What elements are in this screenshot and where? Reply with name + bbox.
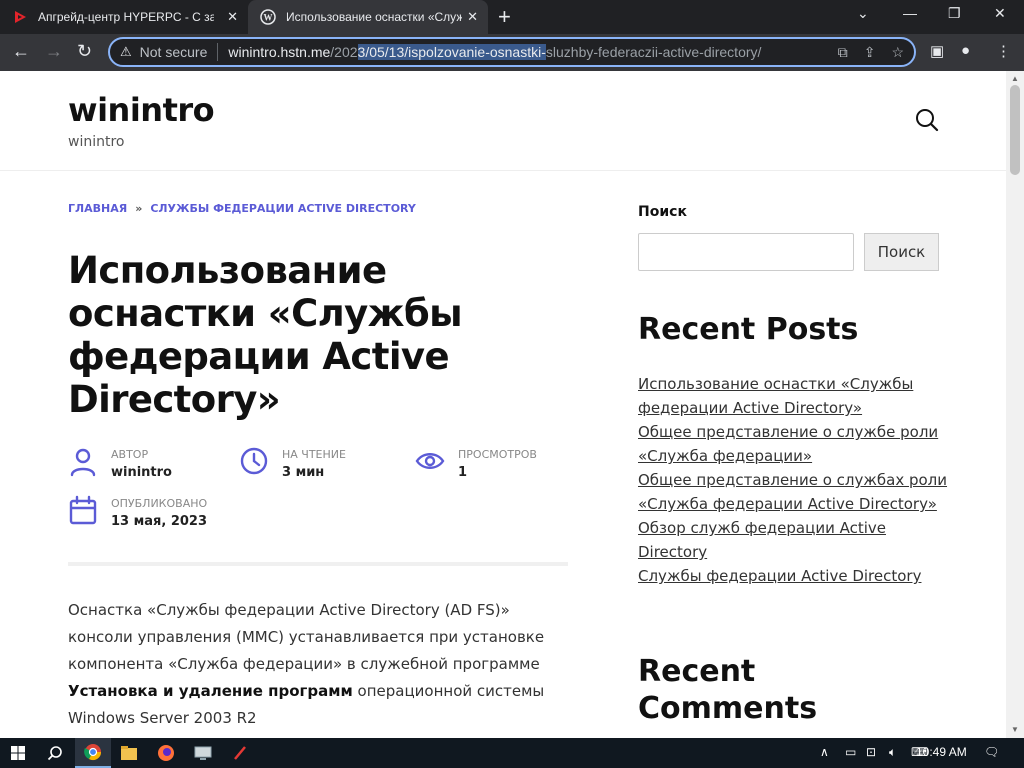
sidebar-search-button[interactable]: Поиск (864, 233, 939, 271)
recent-post-link[interactable]: Службы федерации Active Directory (638, 567, 921, 585)
tray-chevron-icon[interactable]: ∧ (820, 745, 829, 759)
remote-desktop-icon[interactable] (185, 738, 221, 768)
url-path-rest: sluzhby-federaczii-active-directory/ (545, 44, 762, 60)
share-icon[interactable]: ⇪ (864, 44, 876, 61)
sidebar-search-label: Поиск (638, 204, 687, 220)
recent-post-link[interactable]: Общее представление о службе роли «Служб… (638, 423, 938, 465)
recent-post-link[interactable]: Общее представление о службах роли «Служ… (638, 471, 947, 513)
recent-post-link[interactable]: Использование оснастки «Службы федерации… (638, 375, 913, 417)
site-description: winintro (68, 134, 125, 150)
list-item: Общее представление о службах роли «Служ… (638, 468, 948, 516)
restore-icon[interactable]: ❐ (948, 5, 961, 22)
list-item: Обзор служб федерации Active Directory (638, 516, 948, 564)
tray-app-icon[interactable]: ▭ (845, 745, 856, 759)
tab-close-icon[interactable]: ✕ (467, 9, 478, 25)
reload-icon[interactable]: ↻ (77, 41, 92, 62)
close-window-icon[interactable]: ✕ (994, 5, 1006, 22)
url-host: winintro.hstn.me (228, 44, 331, 60)
reading-time-label: НА ЧТЕНИЕ (282, 448, 346, 461)
list-item: Службы федерации Active Directory (638, 564, 948, 588)
meta-author: АВТОР winintro (68, 446, 218, 486)
omnibox-separator (217, 43, 219, 61)
tab-search-chevron-icon[interactable]: ⌄ (857, 5, 869, 22)
address-bar[interactable]: ⚠ Not secure winintro.hstn.me/202 3/05/13… (108, 37, 916, 67)
volume-icon[interactable]: 🔈︎ (889, 745, 896, 760)
meta-views: ПРОСМОТРОВ 1 (415, 446, 565, 486)
browser-tab-strip: Апгрейд-центр HYPERPC - С заб ✕ W Исполь… (0, 0, 1024, 34)
list-item: Использование оснастки «Службы федерации… (638, 372, 948, 420)
recent-posts-list: Использование оснастки «Службы федерации… (638, 372, 948, 588)
recent-posts-title: Recent Posts (638, 312, 859, 347)
windows-taskbar: ∧ ▭ ⊡ 🔈︎ ⌨ 10:49 AM 🗨︎ (0, 738, 1024, 768)
tab-close-icon[interactable]: ✕ (227, 9, 238, 25)
omnibox-actions: ⧉ ⇪ ☆ (838, 44, 904, 61)
scroll-up-icon[interactable]: ▲ (1011, 74, 1019, 83)
profile-icon[interactable]: ● (961, 42, 970, 59)
tab-title: Апгрейд-центр HYPERPC - С заб (38, 10, 214, 24)
minimize-icon[interactable]: — (903, 5, 917, 21)
side-panel-icon[interactable]: ▣ (930, 42, 944, 60)
web-page: winintro winintro ГЛАВНАЯ » СЛУЖБЫ ФЕДЕРАЦ… (0, 71, 1024, 738)
published-label: ОПУБЛИКОВАНО (111, 497, 208, 510)
author-label: АВТОР (111, 448, 149, 461)
hyperpc-favicon-icon (12, 9, 28, 25)
scroll-down-icon[interactable]: ▼ (1011, 725, 1019, 734)
search-icon[interactable] (914, 107, 940, 133)
scrollbar-thumb[interactable] (1010, 85, 1020, 175)
url-selection: 3/05/13/ispolzovanie-osnastki- (357, 44, 546, 60)
browser-toolbar: ← → ↻ ⚠ Not secure winintro.hstn.me/202 3… (0, 34, 1024, 71)
tab-title: Использование оснастки «Служ (286, 10, 462, 24)
taskbar-clock[interactable]: 10:49 AM (916, 745, 967, 759)
breadcrumb-home[interactable]: ГЛАВНАЯ (68, 202, 127, 215)
taskbar-search-icon[interactable] (37, 738, 73, 768)
recent-post-link[interactable]: Обзор служб федерации Active Directory (638, 519, 886, 561)
post-title: Использование оснастки «Службы федерации… (68, 249, 463, 421)
menu-icon[interactable]: ⋮ (996, 42, 1011, 60)
clock-icon (240, 447, 268, 475)
windows-start-icon[interactable] (0, 738, 36, 768)
breadcrumb: ГЛАВНАЯ » СЛУЖБЫ ФЕДЕРАЦИИ ACTIVE DIRECTOR… (68, 202, 416, 215)
url-path: /202 (330, 44, 358, 60)
user-icon (70, 448, 96, 477)
post-body-text: Оснастка «Службы федерации Active Direct… (68, 601, 545, 673)
translate-icon[interactable]: ⧉ (838, 44, 848, 61)
post-body: Оснастка «Службы федерации Active Direct… (68, 597, 578, 732)
network-icon[interactable]: ⊡ (866, 745, 876, 759)
meta-reading-time: НА ЧТЕНИЕ 3 мин (239, 446, 389, 486)
published-date: 13 мая, 2023 (111, 514, 208, 529)
calendar-icon (69, 495, 97, 525)
post-body-bold: Установка и удаление программ (68, 682, 353, 700)
file-explorer-icon[interactable] (111, 738, 147, 768)
views-count: 1 (458, 465, 468, 480)
breadcrumb-category[interactable]: СЛУЖБЫ ФЕДЕРАЦИИ ACTIVE DIRECTORY (150, 202, 416, 215)
firefox-icon[interactable] (148, 738, 184, 768)
forward-icon[interactable]: → (45, 41, 63, 62)
eye-icon (415, 453, 445, 469)
list-item: Общее представление о службе роли «Служб… (638, 420, 948, 468)
sidebar-search-input[interactable] (638, 233, 854, 271)
site-header: winintro winintro (0, 71, 1006, 171)
notifications-icon[interactable]: 🗨︎ (984, 745, 999, 759)
views-label: ПРОСМОТРОВ (458, 448, 537, 461)
meta-divider (68, 562, 568, 566)
back-icon[interactable]: ← (12, 41, 30, 62)
tab-current-article[interactable]: W Использование оснастки «Служ ✕ (248, 0, 488, 34)
site-title[interactable]: winintro (68, 91, 215, 129)
warning-icon[interactable]: ⚠ (120, 44, 132, 60)
svg-text:W: W (264, 13, 273, 23)
meta-published: ОПУБЛИКОВАНО 13 мая, 2023 (68, 495, 268, 535)
new-tab-icon[interactable]: + (498, 4, 511, 30)
tab-hyperpc[interactable]: Апгрейд-центр HYPERPC - С заб ✕ (0, 0, 248, 34)
breadcrumb-separator: » (135, 202, 143, 215)
author-name[interactable]: winintro (111, 465, 172, 480)
page-scrollbar[interactable]: ▲ ▼ (1006, 71, 1024, 738)
chrome-taskbar-icon[interactable] (75, 738, 111, 768)
recent-comments-title: Recent Comments (638, 654, 818, 726)
reading-time-value: 3 мин (282, 465, 325, 480)
security-label[interactable]: Not secure (140, 44, 208, 60)
wordpress-favicon-icon: W (260, 9, 276, 25)
bookmark-star-icon[interactable]: ☆ (891, 44, 904, 61)
pen-app-icon[interactable] (222, 738, 258, 768)
